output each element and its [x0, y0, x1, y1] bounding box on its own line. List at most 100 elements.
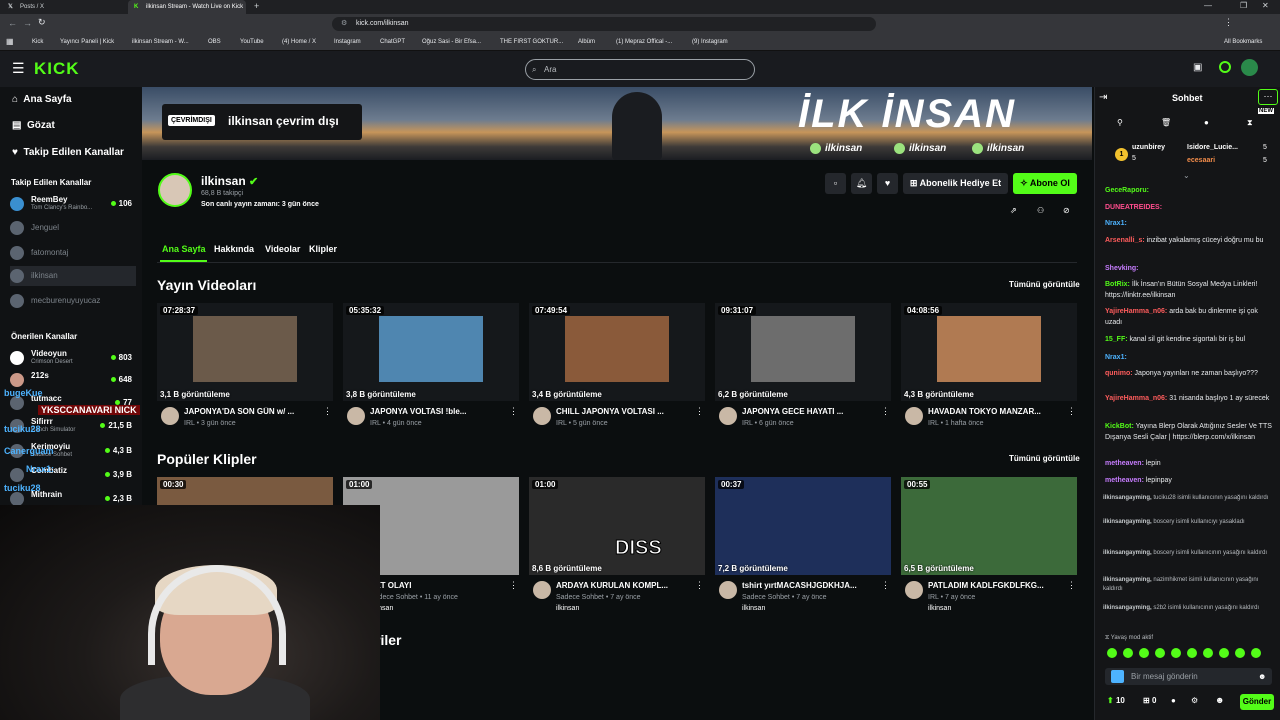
bookmark[interactable]: ilkinsan Stream - W... [132, 34, 189, 51]
bookmark[interactable]: Kick [32, 34, 43, 51]
card-title[interactable]: JAPONYA'DA SON GÜN w/ ... [184, 407, 326, 416]
emote-icon[interactable] [1155, 648, 1165, 658]
bookmark[interactable]: YouTube [240, 34, 264, 51]
card-avatar[interactable] [533, 581, 551, 599]
mod-name[interactable]: ilkinsangayming, [1103, 550, 1152, 556]
bell-icon[interactable]: 🔔︎ [851, 173, 872, 194]
card-channel[interactable]: ilkinsan [556, 605, 579, 612]
url-field[interactable]: ⚙ kick.com/ilkinsan [332, 17, 876, 31]
search-input[interactable]: ⌕ Ara [525, 59, 755, 80]
chat-username[interactable]: GeceRaporu: [1105, 187, 1149, 194]
videos-see-all[interactable]: Tümünü görüntüle [1009, 280, 1080, 289]
hourglass-icon[interactable]: ⧗ [1247, 118, 1253, 128]
site-info-icon[interactable]: ⚙ [341, 17, 347, 31]
card-title[interactable]: JAPONYA VOLTASI !ble... [370, 407, 512, 416]
card-title[interactable]: JAPONYA GECE HAYATI ... [742, 407, 884, 416]
mod-name[interactable]: ilkinsangayming, [1103, 519, 1152, 525]
kick-logo[interactable]: KICK [34, 59, 80, 79]
thumbnail[interactable]: 09:31:07 6,2 B görüntüleme [715, 303, 891, 401]
followed-channel[interactable]: fatomontaj [10, 243, 136, 263]
close-window-icon[interactable]: ✕ [1262, 1, 1269, 10]
video-card[interactable]: 07:28:37 3,1 B görüntüleme JAPONYA'DA SON … [157, 303, 333, 433]
followed-channel[interactable]: ilkinsan [10, 266, 136, 286]
tab-clips[interactable]: Klipler [309, 244, 337, 254]
theater-icon[interactable]: ▫ [825, 173, 846, 194]
bookmark[interactable]: THE FIRST GOKTUR... [500, 34, 563, 51]
clip-card[interactable]: 00:55 6,5 B görüntüleme PATLADIM KADLFGKDL… [901, 477, 1077, 612]
emote-icon[interactable] [1187, 648, 1197, 658]
gifter-name[interactable]: uzunbirey [1132, 144, 1165, 151]
emote-icon[interactable] [1107, 648, 1117, 658]
emote-menu-icon[interactable]: ☻ [1215, 695, 1224, 705]
chat-username[interactable]: 15_FF: [1105, 336, 1128, 343]
chat-icon[interactable]: ● [1171, 696, 1176, 705]
pin-icon[interactable]: ⚲ [1117, 118, 1123, 127]
collapse-chat-icon[interactable]: ⇥ [1099, 92, 1107, 103]
emote-icon[interactable] [1251, 648, 1261, 658]
chat-username[interactable]: Nrax1: [1105, 354, 1127, 361]
card-avatar[interactable] [533, 407, 551, 425]
recommended-channel[interactable]: 212s 648 [10, 370, 136, 390]
more-options-icon[interactable]: ⋮ [1067, 580, 1076, 591]
profile-icon[interactable]: ⚇ [1037, 206, 1044, 215]
hamburger-menu-icon[interactable]: ☰ [12, 60, 25, 77]
mod-name[interactable]: ilkinsangayming, [1103, 577, 1152, 583]
followed-channel[interactable]: Jenguel [10, 218, 136, 238]
followed-channel[interactable]: mecburenuyuyucaz [10, 291, 136, 311]
tab-videos[interactable]: Videolar [265, 244, 300, 254]
card-avatar[interactable] [347, 407, 365, 425]
more-options-icon[interactable]: ⋮ [1067, 406, 1076, 417]
more-options-icon[interactable]: ⋮ [323, 406, 332, 417]
heart-follow-icon[interactable]: ♥ [877, 173, 898, 194]
chat-username[interactable]: YajireHamma_n06: [1105, 395, 1167, 402]
card-title[interactable]: ARDAYA KURULAN KOMPL... [556, 581, 698, 590]
nav-following[interactable]: ♥ Takip Edilen Kanallar [12, 147, 124, 158]
user-avatar[interactable] [1241, 59, 1258, 76]
more-options-icon[interactable]: ⋮ [695, 580, 704, 591]
chat-username[interactable]: Nrax1: [1105, 220, 1127, 227]
inbox-icon[interactable]: ▣ [1193, 62, 1202, 73]
menu-icon[interactable]: ⋮ [1224, 17, 1233, 28]
bookmark[interactable]: Oğuz Sasi - Bir Efsa... [422, 34, 481, 51]
thumbnail[interactable]: 07:49:54 3,4 B görüntüleme [529, 303, 705, 401]
more-options-icon[interactable]: ⋮ [881, 580, 890, 591]
card-avatar[interactable] [719, 407, 737, 425]
new-tab-icon[interactable]: + [254, 1, 259, 11]
chat-bubble-icon[interactable]: ● [1204, 118, 1209, 127]
more-options-icon[interactable]: ⋮ [509, 406, 518, 417]
gift-sub-button[interactable]: ⊞ Abonelik Hediye Et [903, 173, 1008, 194]
bookmark[interactable]: ChatGPT [380, 34, 405, 51]
tab-kick[interactable]: Kilkinsan Stream - Watch Live on Kick [128, 0, 246, 14]
chat-input[interactable]: Bir mesaj gönderin ☻ [1105, 668, 1272, 685]
bookmark[interactable]: (1) Mepraz Offical -... [616, 34, 672, 51]
emote-icon[interactable] [1123, 648, 1133, 658]
emote-icon[interactable] [1171, 648, 1181, 658]
chat-username[interactable]: qunimo: [1105, 370, 1133, 377]
mod-name[interactable]: ilkinsangayming, [1103, 495, 1152, 501]
emote-icon[interactable] [1139, 648, 1149, 658]
video-card[interactable]: 07:49:54 3,4 B görüntüleme CHILL JAPONYA V… [529, 303, 705, 433]
video-card[interactable]: 04:08:56 4,3 B görüntüleme HAVADAN TOKYO M… [901, 303, 1077, 433]
settings-icon[interactable]: ⚙ [1191, 696, 1198, 705]
thumbnail[interactable]: 00:37 7,2 B görüntüleme [715, 477, 891, 575]
reload-icon[interactable]: ↻ [38, 17, 46, 28]
chat-username[interactable]: metheaven: [1105, 477, 1144, 484]
emote-icon[interactable] [1235, 648, 1245, 658]
apps-grid-icon[interactable]: ▦ [6, 37, 14, 46]
points-display-2[interactable]: ⊞ 0 [1143, 696, 1156, 705]
card-title[interactable]: CHILL JAPONYA VOLTASI ... [556, 407, 698, 416]
maximize-icon[interactable]: ❐ [1240, 1, 1247, 10]
forward-icon[interactable]: → [23, 18, 32, 28]
card-channel[interactable]: ilkinsan [928, 605, 951, 612]
gifter-name[interactable]: ecesaari [1187, 157, 1215, 164]
hide-icon[interactable]: ⊘ [1063, 206, 1070, 215]
emote-icon[interactable] [1219, 648, 1229, 658]
bookmark[interactable]: (4) Home / X [282, 34, 316, 51]
chat-username[interactable]: DUNEATREIDES: [1105, 204, 1162, 211]
video-card[interactable]: 05:35:32 3,8 B görüntüleme JAPONYA VOLTASI… [343, 303, 519, 433]
more-options-icon[interactable]: ⋮ [695, 406, 704, 417]
kick-status-icon[interactable] [1219, 61, 1231, 73]
emote-icon[interactable] [1203, 648, 1213, 658]
card-avatar[interactable] [905, 581, 923, 599]
mod-name[interactable]: ilkinsangayming, [1103, 605, 1152, 611]
